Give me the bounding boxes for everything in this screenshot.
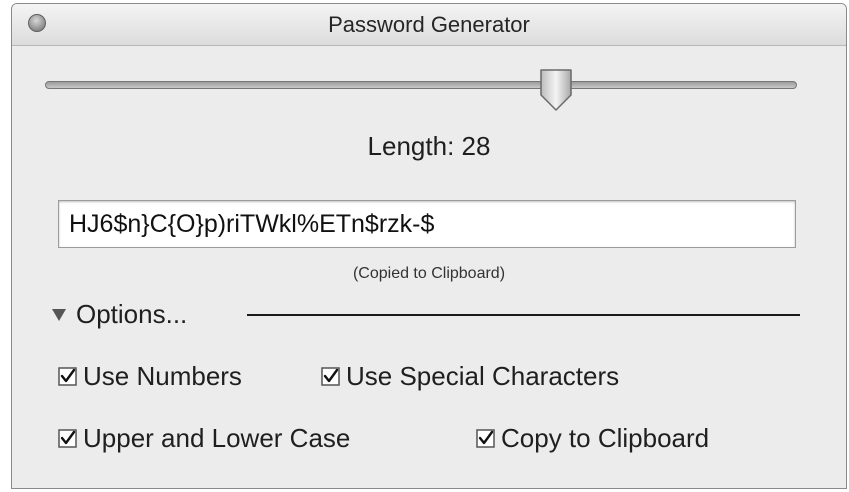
- use-special-characters-label[interactable]: Use Special Characters: [346, 361, 619, 392]
- options-divider: [247, 314, 800, 316]
- options-disclosure[interactable]: Options...: [52, 296, 187, 332]
- use-numbers-checkbox[interactable]: Use Numbers: [58, 360, 242, 392]
- checkbox-checked-icon[interactable]: [58, 428, 77, 448]
- length-slider-track[interactable]: [45, 81, 797, 89]
- checkbox-checked-icon[interactable]: [476, 428, 495, 448]
- copy-to-clipboard-checkbox[interactable]: Copy to Clipboard: [476, 422, 709, 454]
- password-generator-window: Password Generator Length: 28 HJ6$n}C{O}…: [11, 3, 847, 489]
- length-slider-thumb[interactable]: [538, 67, 574, 113]
- copied-to-clipboard-note: (Copied to Clipboard): [352, 265, 506, 282]
- use-numbers-label[interactable]: Use Numbers: [83, 361, 242, 392]
- length-label: Length: 28: [367, 131, 491, 161]
- use-special-characters-checkbox[interactable]: Use Special Characters: [321, 360, 619, 392]
- upper-and-lower-case-checkbox[interactable]: Upper and Lower Case: [58, 422, 350, 454]
- disclosure-triangle-icon[interactable]: [52, 309, 66, 321]
- upper-and-lower-case-label[interactable]: Upper and Lower Case: [83, 423, 350, 454]
- copy-to-clipboard-label[interactable]: Copy to Clipboard: [501, 423, 709, 454]
- title-bar[interactable]: Password Generator: [12, 4, 846, 46]
- checkbox-checked-icon[interactable]: [321, 366, 340, 386]
- password-output-field[interactable]: HJ6$n}C{O}p)riTWkl%ETn$rzk-$: [58, 200, 796, 248]
- checkbox-checked-icon[interactable]: [58, 366, 77, 386]
- options-label[interactable]: Options...: [76, 299, 187, 330]
- window-title: Password Generator: [328, 12, 530, 37]
